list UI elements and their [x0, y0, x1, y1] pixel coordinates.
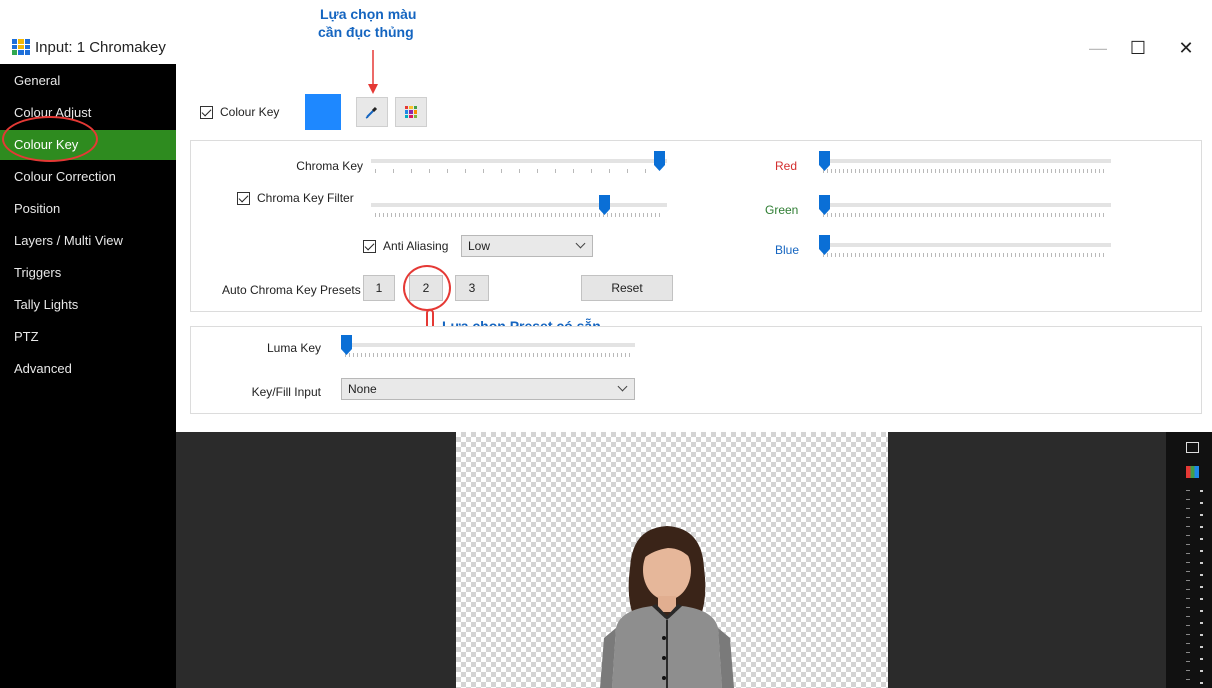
sidebar-item-triggers[interactable]: Triggers [0, 258, 176, 288]
luma-key-group: Luma Key Key/Fill Input None [190, 326, 1202, 414]
chroma-key-filter-thumb[interactable] [599, 195, 610, 215]
chevron-down-icon [617, 381, 628, 392]
app-grid-icon [12, 39, 30, 55]
chroma-key-slider[interactable] [371, 151, 667, 177]
key-fill-label: Key/Fill Input [251, 385, 321, 399]
red-label: Red [775, 159, 798, 173]
annotation-circle-preset-2 [403, 265, 451, 311]
preview-area [176, 432, 1212, 688]
chroma-key-filter-slider[interactable] [371, 195, 667, 221]
anti-aliasing-label: Anti Aliasing [383, 239, 449, 253]
anti-aliasing-checkbox[interactable] [363, 240, 376, 253]
level-meter [1200, 490, 1203, 688]
luma-key-slider[interactable] [341, 335, 635, 361]
preset-3-button[interactable]: 3 [455, 275, 489, 301]
annotation-circle-colour-key [2, 116, 98, 162]
annotation-color-pick-line2: cần đục thủng [318, 24, 414, 40]
blue-thumb[interactable] [819, 235, 830, 255]
red-slider[interactable] [819, 151, 1111, 177]
anti-aliasing-select[interactable]: Low [461, 235, 593, 257]
key-fill-value: None [348, 382, 377, 396]
anti-aliasing-value: Low [468, 239, 491, 253]
blue-label: Blue [775, 243, 800, 257]
green-thumb[interactable] [819, 195, 830, 215]
chroma-key-filter-checkbox[interactable] [237, 192, 250, 205]
green-label: Green [765, 203, 799, 217]
chroma-key-filter-label: Chroma Key Filter [257, 191, 354, 205]
sidebar-item-position[interactable]: Position [0, 194, 176, 224]
chroma-key-label: Chroma Key [296, 159, 363, 173]
colour-palette-button[interactable] [395, 97, 427, 127]
eyedropper-button[interactable] [356, 97, 388, 127]
reset-button[interactable]: Reset [581, 275, 673, 301]
red-thumb[interactable] [819, 151, 830, 171]
blue-slider[interactable] [819, 235, 1111, 261]
minimize-button[interactable]: — [1083, 34, 1113, 62]
chroma-key-thumb[interactable] [654, 151, 665, 171]
level-scale [1186, 490, 1190, 688]
title-bar: Input: 1 Chromakey — ☐ ✕ Lựa chọn màu cầ… [0, 0, 1212, 64]
chroma-key-group: Chroma Key Chroma Key Filter Anti Aliasi… [190, 140, 1202, 312]
palette-icon [405, 106, 417, 118]
luma-key-label: Luma Key [266, 341, 321, 355]
green-slider[interactable] [819, 195, 1111, 221]
sidebar-item-tally-lights[interactable]: Tally Lights [0, 290, 176, 320]
key-colour-swatch[interactable] [305, 94, 341, 130]
chevron-down-icon [575, 238, 586, 249]
presets-label: Auto Chroma Key Presets [222, 283, 361, 297]
colour-key-checkbox[interactable] [200, 106, 213, 119]
sidebar-item-colour-correction[interactable]: Colour Correction [0, 162, 176, 192]
sidebar: General Colour Adjust Colour Key Colour … [0, 64, 176, 688]
sidebar-item-ptz[interactable]: PTZ [0, 322, 176, 352]
annotation-arrow [368, 50, 378, 94]
key-fill-select[interactable]: None [341, 378, 635, 400]
sidebar-item-advanced[interactable]: Advanced [0, 354, 176, 384]
chromakey-window: Input: 1 Chromakey — ☐ ✕ Lựa chọn màu cầ… [0, 0, 1212, 688]
window-title: Input: 1 Chromakey [35, 39, 166, 56]
presenter-image [600, 526, 734, 688]
sidebar-item-layers-multi-view[interactable]: Layers / Multi View [0, 226, 176, 256]
eyedropper-icon [365, 106, 378, 119]
sidebar-item-general[interactable]: General [0, 66, 176, 96]
colour-key-label: Colour Key [220, 105, 280, 119]
color-channel-icon[interactable] [1186, 466, 1199, 478]
annotation-color-pick-line1: Lựa chọn màu [320, 6, 417, 22]
maximize-button[interactable]: ☐ [1123, 34, 1153, 62]
preset-1-button[interactable]: 1 [363, 275, 395, 301]
fullscreen-icon[interactable] [1186, 442, 1199, 453]
colour-key-panel: Colour Key Chroma Key Chroma Key Filter … [176, 50, 1212, 432]
luma-key-thumb[interactable] [341, 335, 352, 355]
close-button[interactable]: ✕ [1171, 34, 1201, 62]
